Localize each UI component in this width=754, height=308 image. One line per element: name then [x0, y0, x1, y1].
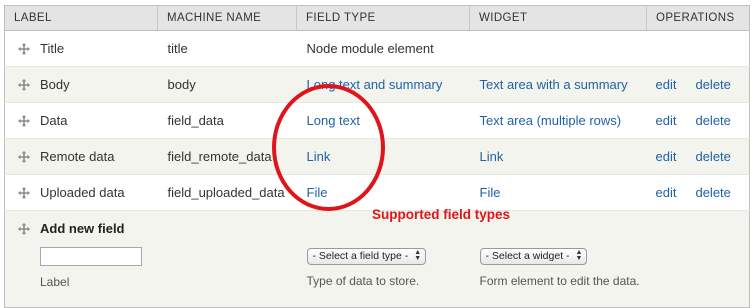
- table-header-row: LABEL MACHINE NAME FIELD TYPE WIDGET OPE…: [4, 5, 750, 31]
- field-label-cell: Body: [4, 66, 158, 103]
- widget-cell: [469, 30, 647, 67]
- operations-cell: edit delete: [646, 102, 750, 139]
- widget-link[interactable]: Text area (multiple rows): [480, 113, 622, 128]
- operations-cell: edit delete: [646, 174, 750, 211]
- edit-link[interactable]: edit: [656, 77, 677, 92]
- operations-cell: edit delete: [646, 138, 750, 175]
- field-label-cell: Uploaded data: [4, 174, 158, 211]
- updown-arrows-icon: ▲ ▼: [575, 249, 583, 262]
- widget-link[interactable]: File: [480, 185, 501, 200]
- new-field-label-input[interactable]: [40, 247, 142, 266]
- edit-link[interactable]: edit: [656, 113, 677, 128]
- field-type-text: Node module element: [296, 30, 470, 67]
- table-row: Body body Long text and summary Text are…: [4, 66, 750, 103]
- field-type-select-value: - Select a field type -: [312, 250, 409, 262]
- widget-select-cell: - Select a widget - ▲ ▼ Form element to ed…: [469, 245, 647, 308]
- delete-link[interactable]: delete: [695, 77, 730, 92]
- column-header-operations: OPERATIONS: [646, 5, 750, 31]
- machine-name: body: [157, 66, 297, 103]
- widget-link[interactable]: Text area with a summary: [480, 77, 628, 92]
- delete-link[interactable]: delete: [695, 113, 730, 128]
- edit-link[interactable]: edit: [656, 149, 677, 164]
- field-label-cell: Title: [4, 30, 158, 67]
- delete-link[interactable]: delete: [695, 185, 730, 200]
- column-header-widget: WIDGET: [469, 5, 647, 31]
- add-new-field-title: Add new field: [40, 220, 125, 236]
- drag-handle-icon[interactable]: [18, 79, 30, 91]
- widget-link[interactable]: Link: [480, 149, 504, 164]
- operations-cell: [646, 30, 750, 67]
- annotation-text: Supported field types: [372, 207, 511, 222]
- field-label-cell: Data: [4, 102, 158, 139]
- new-field-label-description: Label: [40, 275, 70, 289]
- drag-handle-icon[interactable]: [18, 43, 30, 55]
- field-type-description: Type of data to store.: [306, 273, 420, 288]
- drag-handle-icon[interactable]: [18, 151, 30, 163]
- widget-select[interactable]: - Select a widget - ▲ ▼: [479, 247, 588, 265]
- drag-handle-icon[interactable]: [18, 187, 30, 199]
- add-new-field-controls-row: Label - Select a field type - ▲ ▼ Type of …: [4, 245, 750, 308]
- new-label-cell: Label: [4, 245, 158, 308]
- machine-name: field_uploaded_data: [157, 174, 297, 211]
- field-label-cell: Remote data: [4, 138, 158, 175]
- drag-handle-icon[interactable]: [18, 115, 30, 127]
- drag-handle-icon[interactable]: [18, 222, 30, 235]
- field-label: Remote data: [40, 149, 115, 164]
- updown-arrows-icon: ▲ ▼: [414, 249, 422, 262]
- widget-description: Form element to edit the data.: [479, 273, 640, 288]
- column-header-label: LABEL: [4, 5, 158, 31]
- field-label: Title: [40, 41, 65, 56]
- add-field-title-cell: Add new field: [4, 210, 158, 245]
- column-header-machine-name: MACHINE NAME: [157, 5, 297, 31]
- field-type-select[interactable]: - Select a field type - ▲ ▼: [306, 247, 427, 265]
- table-row: Title title Node module element: [4, 30, 750, 67]
- edit-link[interactable]: edit: [656, 185, 677, 200]
- field-label: Body: [40, 77, 70, 92]
- column-header-field-type: FIELD TYPE: [296, 5, 470, 31]
- highlight-circle: [272, 84, 385, 211]
- field-type-select-cell: - Select a field type - ▲ ▼ Type of data t…: [296, 245, 470, 308]
- field-label: Uploaded data: [40, 185, 125, 200]
- delete-link[interactable]: delete: [695, 149, 730, 164]
- machine-name: title: [157, 30, 297, 67]
- operations-cell: edit delete: [646, 66, 750, 103]
- widget-select-value: - Select a widget -: [485, 250, 570, 262]
- field-label: Data: [40, 113, 68, 128]
